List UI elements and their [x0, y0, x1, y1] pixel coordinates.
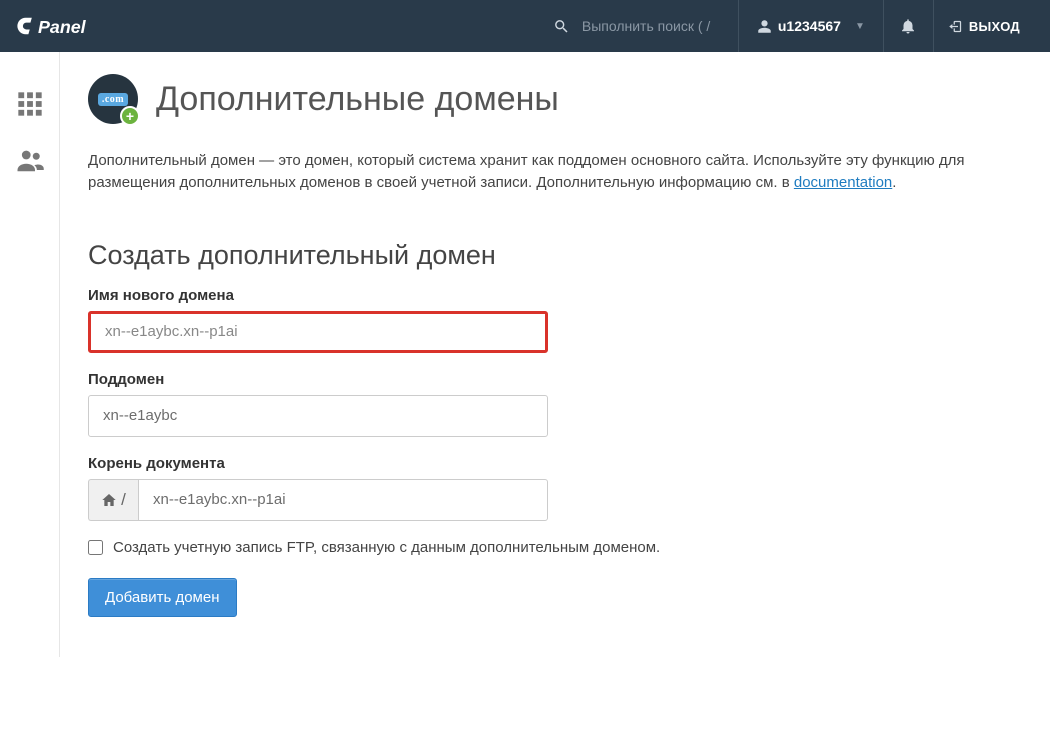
- header-search[interactable]: [537, 0, 739, 52]
- docroot-label: Корень документа: [88, 455, 1022, 472]
- username: u1234567: [778, 18, 841, 34]
- home-prefix: /: [88, 479, 138, 521]
- plus-icon: +: [120, 106, 140, 126]
- logout-label: ВЫХОД: [969, 19, 1020, 34]
- subdomain-label: Поддомен: [88, 371, 1022, 388]
- docroot-input[interactable]: [138, 479, 548, 521]
- domain-input[interactable]: [88, 311, 548, 353]
- submit-button[interactable]: Добавить домен: [88, 578, 237, 617]
- ftp-checkbox-label[interactable]: Создать учетную запись FTP, связанную с …: [113, 539, 660, 556]
- logout-button[interactable]: ВЫХОД: [934, 0, 1034, 52]
- search-icon: [553, 18, 570, 35]
- user-icon: [757, 19, 772, 34]
- notifications-button[interactable]: [884, 0, 934, 52]
- cpanel-logo[interactable]: Panel: [16, 12, 126, 40]
- ftp-checkbox[interactable]: [88, 540, 103, 555]
- bell-icon: [899, 17, 917, 35]
- grid-icon: [16, 90, 44, 118]
- section-title: Создать дополнительный домен: [88, 240, 1022, 271]
- chevron-down-icon: ▼: [855, 21, 865, 32]
- home-icon: [101, 492, 117, 508]
- page-title: Дополнительные домены: [156, 80, 559, 119]
- sidebar-apps[interactable]: [0, 76, 59, 132]
- user-menu[interactable]: u1234567 ▼: [739, 0, 884, 52]
- page-intro: Дополнительный домен — это домен, которы…: [88, 150, 1022, 194]
- search-input[interactable]: [582, 18, 722, 34]
- users-icon: [15, 145, 45, 175]
- logout-icon: [948, 19, 963, 34]
- documentation-link[interactable]: documentation: [794, 174, 892, 191]
- com-badge: .com: [98, 93, 128, 106]
- domain-label: Имя нового домена: [88, 287, 1022, 304]
- sidebar-users[interactable]: [0, 132, 59, 188]
- page-icon: .com +: [88, 74, 138, 124]
- subdomain-input[interactable]: [88, 395, 548, 437]
- svg-text:Panel: Panel: [38, 17, 87, 37]
